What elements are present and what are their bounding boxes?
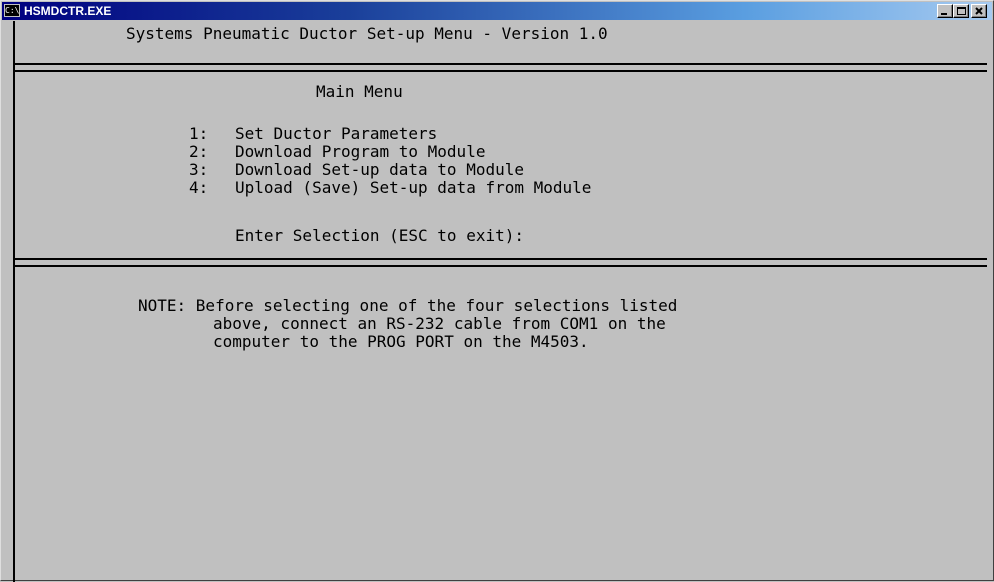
minimize-icon[interactable]	[937, 4, 953, 18]
console-left-border	[13, 21, 15, 582]
menu-item-2-label[interactable]: Download Program to Module	[235, 143, 485, 161]
menu-item-1-label[interactable]: Set Ductor Parameters	[235, 125, 437, 143]
menu-item-1-number: 1:	[189, 124, 209, 143]
menu-item-3-label[interactable]: Download Set-up data to Module	[235, 161, 524, 179]
divider-top	[14, 63, 987, 72]
console-icon[interactable]: C:\	[4, 4, 20, 17]
note-line-2: above, connect an RS-232 cable from COM1…	[213, 314, 666, 333]
note-line-1: NOTE: Before selecting one of the four s…	[138, 296, 678, 315]
window-title: HSMDCTR.EXE	[24, 4, 112, 18]
title-bar[interactable]: C:\ HSMDCTR.EXE	[2, 2, 992, 20]
menu-item-4-label[interactable]: Upload (Save) Set-up data from Module	[235, 179, 591, 197]
menu-title: Main Menu	[316, 82, 403, 101]
selection-prompt[interactable]: Enter Selection (ESC to exit):	[235, 227, 524, 245]
divider-bottom	[14, 258, 987, 267]
console-window: C:\ HSMDCTR.EXE Systems Pneumatic Ductor…	[0, 0, 994, 582]
maximize-icon[interactable]	[953, 4, 969, 18]
menu-item-3-number: 3:	[189, 160, 209, 179]
console-header: Systems Pneumatic Ductor Set-up Menu - V…	[126, 24, 608, 43]
menu-item-4-number: 4:	[189, 178, 209, 197]
close-icon[interactable]	[971, 4, 987, 18]
note-line-3: computer to the PROG PORT on the M4503.	[213, 332, 589, 351]
menu-item-2-number: 2:	[189, 142, 209, 161]
